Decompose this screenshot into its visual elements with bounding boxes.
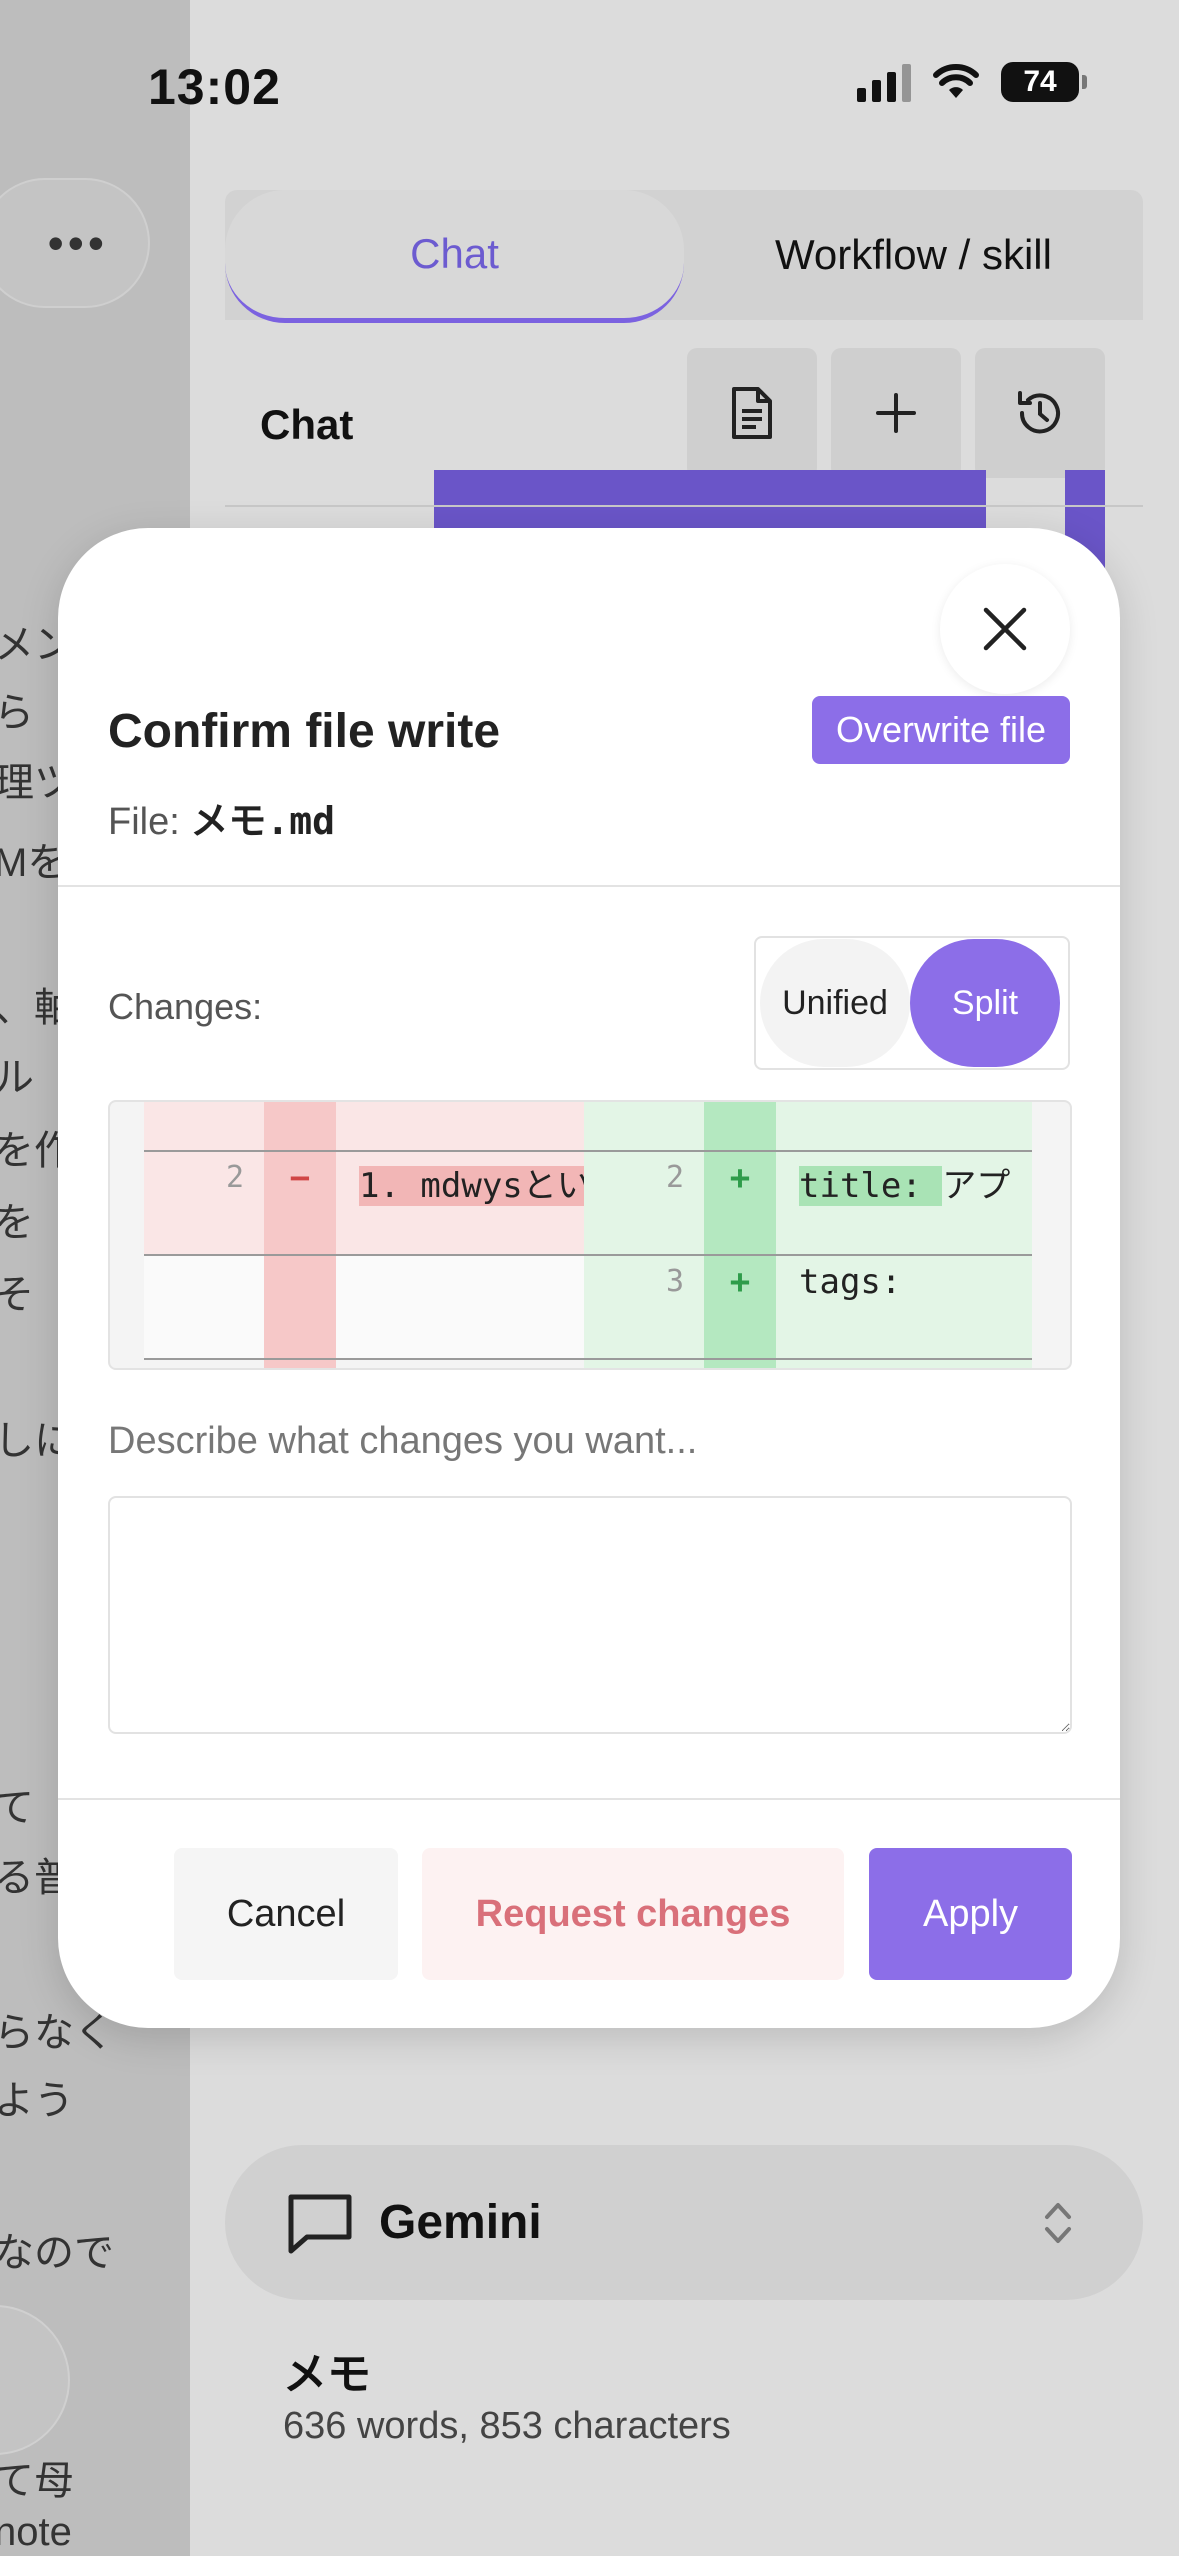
- file-name: メモ.md: [190, 799, 335, 843]
- request-changes-button[interactable]: Request changes: [422, 1848, 844, 1980]
- unified-view-button[interactable]: Unified: [760, 939, 910, 1067]
- left-text-line: note: [0, 2510, 72, 2554]
- split-view-button[interactable]: Split: [910, 939, 1060, 1067]
- status-icons: 74: [857, 62, 1087, 102]
- changes-label: Changes:: [108, 986, 263, 1027]
- left-text-line: て: [0, 1786, 34, 1830]
- left-text-line: ル: [0, 1056, 34, 1100]
- diff-line-rule: [144, 1150, 1032, 1152]
- divider: [58, 885, 1120, 887]
- close-icon: [983, 607, 1027, 651]
- document-icon: [732, 387, 772, 439]
- left-text-line: を: [0, 1201, 34, 1245]
- tab-chat[interactable]: Chat: [225, 190, 684, 323]
- diff-right-pane: 2 + title: アプ 3 + tags:: [584, 1102, 1032, 1368]
- divider: [58, 1798, 1120, 1800]
- cellular-signal-icon: [857, 62, 911, 102]
- left-text-line: なので: [0, 2231, 114, 2275]
- new-chat-button[interactable]: [831, 348, 961, 478]
- close-button[interactable]: [940, 564, 1070, 694]
- overwrite-file-button[interactable]: Overwrite file: [811, 696, 1070, 764]
- floating-action-button[interactable]: [0, 2305, 70, 2455]
- tab-workflow-skill[interactable]: Workflow / skill: [684, 190, 1143, 320]
- confirm-file-write-dialog: Confirm file write Overwrite file File: …: [58, 528, 1120, 2028]
- view-mode-toggle: Unified Split: [754, 936, 1070, 1070]
- apply-button[interactable]: Apply: [869, 1848, 1072, 1980]
- describe-changes-label: Describe what changes you want...: [108, 1420, 698, 1462]
- battery-icon: 74: [1001, 62, 1087, 102]
- diff-line-rule: [144, 1358, 1032, 1360]
- file-path: File: メモ.md: [108, 790, 335, 845]
- chat-bubble-icon: [288, 2194, 352, 2253]
- line-number: 2: [225, 1160, 244, 1195]
- user-message-bubble: [434, 470, 986, 530]
- document-title: メモ: [283, 2350, 371, 2399]
- change-request-input[interactable]: [108, 1496, 1072, 1734]
- diff-left-pane: 2 − 1. mdwysとい: [144, 1102, 584, 1368]
- ellipsis-icon: •••: [47, 217, 108, 269]
- line-number: 2: [665, 1160, 684, 1195]
- removed-sign: −: [289, 1158, 311, 1198]
- added-code: tags:: [799, 1262, 902, 1302]
- added-code: title: アプ: [799, 1166, 1011, 1206]
- header-divider: [225, 505, 1143, 507]
- left-text-line: そ: [0, 1273, 34, 1317]
- more-options-button[interactable]: •••: [0, 178, 150, 308]
- left-text-line: ら: [0, 691, 34, 735]
- file-prefix: File:: [108, 801, 191, 843]
- line-number: 3: [665, 1264, 684, 1299]
- chevron-up-down-icon: [1045, 2203, 1071, 2243]
- diff-line-rule: [144, 1254, 1032, 1256]
- status-time: 13:02: [148, 59, 281, 115]
- model-selector[interactable]: Gemini: [225, 2145, 1143, 2300]
- history-icon: [1018, 391, 1060, 434]
- added-sign: +: [729, 1262, 751, 1302]
- diff-viewer: 2 − 1. mdwysとい 2 + title: アプ 3 + tags:: [108, 1100, 1072, 1370]
- chat-title: Chat: [260, 401, 354, 448]
- left-text-line: て母: [0, 2459, 74, 2503]
- history-button[interactable]: [975, 348, 1105, 478]
- cancel-button[interactable]: Cancel: [174, 1848, 398, 1980]
- wifi-icon: [933, 64, 979, 98]
- document-stats: 636 words, 853 characters: [283, 2405, 731, 2447]
- added-sign: +: [729, 1158, 751, 1198]
- removed-code: 1. mdwysとい: [359, 1158, 584, 1207]
- mode-tabs: Chat Workflow / skill: [225, 190, 1143, 323]
- model-label: Gemini: [379, 2196, 542, 2249]
- plus-icon: [876, 393, 916, 433]
- dialog-title: Confirm file write: [108, 705, 501, 758]
- left-text-line: よう: [0, 2079, 74, 2123]
- document-button[interactable]: [687, 348, 817, 478]
